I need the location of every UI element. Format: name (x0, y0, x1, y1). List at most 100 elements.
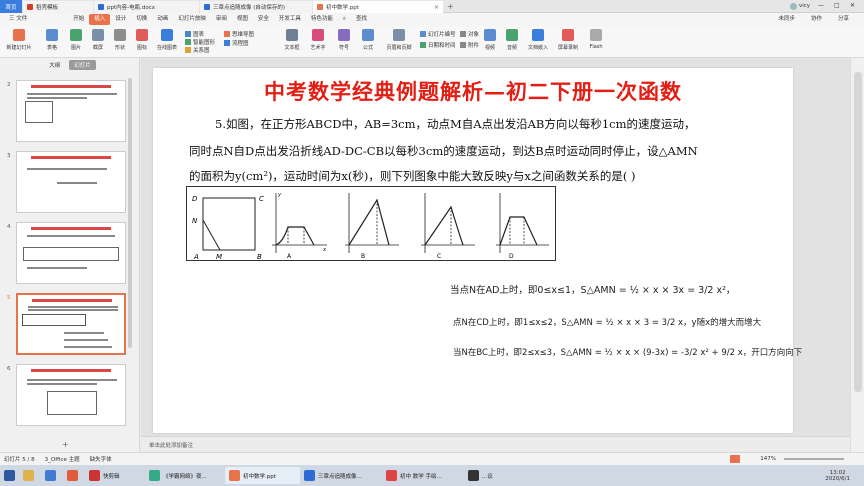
slide-thumbnail-selected[interactable] (16, 293, 126, 355)
missing-font-button[interactable]: 缺失字体 (90, 455, 112, 463)
slide-thumbnail[interactable] (16, 222, 126, 284)
wordart-button[interactable]: 艺术字 (306, 28, 330, 56)
start-button[interactable] (0, 467, 19, 484)
slide-thumbnail[interactable] (16, 364, 126, 426)
label-C: C (259, 195, 264, 203)
menu-slideshow[interactable]: 幻灯片放映 (173, 14, 211, 25)
zoom-level[interactable]: 147% (760, 456, 776, 462)
flowchart-button[interactable]: 流程图 (224, 39, 249, 47)
thumb-number: 5 (7, 295, 11, 301)
formula-button[interactable]: 公式 (356, 28, 380, 56)
docs-embed-button[interactable]: 文档嵌入 (524, 28, 552, 56)
close-button[interactable]: ✕ (850, 2, 855, 9)
icon-button[interactable]: 图标 (130, 28, 154, 56)
video-button[interactable]: 视频 (478, 28, 502, 56)
slide-canvas[interactable]: 中考数学经典例题解析—初二下册一次函数 5.如图，在正方形ABCD中，AB=3c… (153, 68, 802, 433)
axis-y-label: y (277, 192, 282, 198)
shape-icon (114, 29, 126, 41)
menu-features[interactable]: 特色功能 (306, 14, 338, 25)
search-icon[interactable]: ⌕ (338, 14, 351, 25)
formula-label: 公式 (362, 45, 373, 51)
menu-review[interactable]: 审阅 (211, 14, 232, 25)
minimize-button[interactable]: — (818, 2, 824, 9)
collab-button[interactable]: 协作 (806, 14, 827, 25)
slide-number-button[interactable]: 幻灯片编号 (420, 30, 456, 38)
tab-doc2[interactable]: 三章点追随成像 (自动保存的) (200, 1, 312, 13)
screenshot-button[interactable]: 截屏 (86, 28, 110, 56)
notes-area[interactable]: 单击此处添加备注 (141, 436, 850, 451)
tab-home[interactable]: 首页 (0, 0, 22, 13)
tab-slides[interactable]: 幻灯片 (69, 60, 96, 70)
taskbar-app[interactable] (41, 467, 63, 484)
chart-button[interactable]: 图表 (185, 30, 204, 38)
tab-docer[interactable]: 稻壳模板 (23, 1, 93, 13)
taskbar-app[interactable]: 初中 数学 手绘... (382, 467, 464, 484)
new-tab-icon[interactable]: + (447, 2, 454, 11)
taskbar-app[interactable] (63, 467, 85, 484)
taskbar-app[interactable] (19, 467, 41, 484)
taskbar-app[interactable]: 快剪辑 (85, 467, 145, 484)
mindmap-button[interactable]: 思维导图 (224, 30, 254, 38)
menu-transition[interactable]: 切换 (131, 14, 152, 25)
tab-ppt-active[interactable]: 初中数学.ppt × (313, 1, 443, 13)
zoom-slider[interactable] (784, 458, 844, 460)
graph-B (345, 193, 399, 253)
taskbar-app[interactable]: 三章点追随成像... (300, 467, 382, 484)
flash-button[interactable]: Flash (584, 28, 608, 56)
sync-status[interactable]: 未同步 (773, 14, 800, 25)
menu-file[interactable]: 三 文件 (4, 14, 32, 25)
avatar[interactable] (790, 3, 797, 10)
taskbar-app-active[interactable]: 初中数学.ppt (225, 467, 300, 484)
smartart-button[interactable]: 智能图形 (185, 38, 215, 46)
taskbar-app[interactable]: 《学霸网络》夜... (145, 467, 225, 484)
docs-embed-label: 文档嵌入 (527, 45, 548, 51)
header-footer-button[interactable]: 页眉和页脚 (384, 28, 414, 56)
shape-button[interactable]: 形状 (108, 28, 132, 56)
image-button[interactable]: 图片 (64, 28, 88, 56)
share-button[interactable]: 分享 (833, 14, 854, 25)
audio-button[interactable]: 音频 (500, 28, 524, 56)
screen-record-button[interactable]: 屏幕录制 (554, 28, 582, 56)
quick-access (32, 14, 68, 25)
pi-icon (362, 29, 374, 41)
search-label[interactable]: 查找 (351, 14, 372, 25)
menu-design[interactable]: 设计 (110, 14, 131, 25)
docer-icon (27, 4, 33, 10)
relation-button[interactable]: 关系图 (185, 46, 210, 54)
online-chart-button[interactable]: 在线图表 (152, 28, 182, 56)
menu-view[interactable]: 视图 (232, 14, 253, 25)
taskbar-app[interactable]: ...议 (464, 467, 504, 484)
slide-thumbnail[interactable] (16, 151, 126, 213)
close-tab-icon[interactable]: × (434, 4, 439, 11)
menu-security[interactable]: 安全 (253, 14, 274, 25)
tab-outline[interactable]: 大纲 (44, 60, 65, 70)
slide-thumbnail[interactable] (16, 80, 126, 142)
new-slide-label: 新建幻灯片 (6, 45, 32, 51)
menu-start[interactable]: 开始 (68, 14, 89, 25)
menu-insert[interactable]: 插入 (89, 14, 111, 25)
shape-label: 形状 (114, 45, 125, 51)
datetime-button[interactable]: 日期和时间 (420, 41, 456, 49)
thumb-line (27, 93, 117, 95)
table-button[interactable]: 表格 (40, 28, 64, 56)
maximize-button[interactable]: □ (834, 2, 840, 9)
attachment-button[interactable]: 附件 (460, 41, 479, 49)
new-slide-button[interactable]: 新建幻灯片 (4, 28, 34, 56)
theme-name: 3_Office 主题 (44, 457, 80, 463)
menu-developer[interactable]: 开发工具 (274, 14, 306, 25)
scrollbar-thumb[interactable] (854, 72, 862, 392)
chart-icon (185, 31, 191, 37)
symbol-button[interactable]: 符号 (332, 28, 356, 56)
object-button[interactable]: 对象 (460, 30, 479, 38)
clock[interactable]: 13:02 2020/6/1 (825, 470, 864, 482)
tab-docx[interactable]: ppt内容-电瓶.docx (94, 1, 199, 13)
thumbnail-scrollbar[interactable] (128, 78, 132, 348)
kuaijianji-icon (89, 470, 100, 481)
slide-title: 中考数学经典例题解析—初二下册一次函数 (264, 79, 682, 104)
play-icon[interactable] (730, 455, 741, 463)
menu-animation[interactable]: 动画 (152, 14, 173, 25)
add-slide-icon[interactable]: + (62, 440, 69, 449)
editor-scrollbar[interactable] (850, 58, 864, 452)
thumb-number: 3 (7, 153, 11, 159)
textbox-button[interactable]: 文本框 (280, 28, 304, 56)
